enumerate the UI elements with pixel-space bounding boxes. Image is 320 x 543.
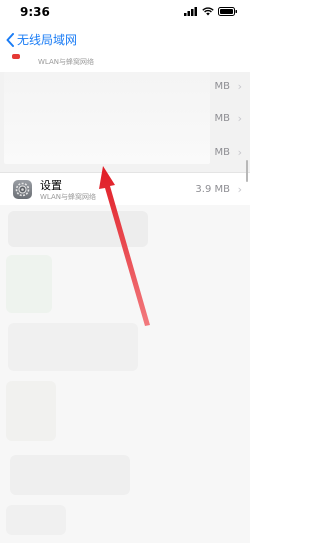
status-bar: 9:36 (0, 0, 250, 24)
chevron-left-icon (6, 32, 14, 47)
blurred-region (8, 211, 148, 247)
app-row[interactable]: MB › (0, 72, 250, 103)
app-row[interactable]: MB › (0, 137, 250, 170)
app-size: 3.9 MB (195, 184, 230, 195)
partial-app-icon (12, 54, 20, 59)
wifi-icon (202, 7, 214, 16)
settings-app-row[interactable]: 设置 WLAN与蜂窝网络 3.9 MB › (0, 172, 250, 207)
status-time: 9:36 (20, 5, 50, 19)
blurred-app-list (0, 205, 250, 543)
partial-app-subtitle: WLAN与蜂窝网络 (38, 58, 95, 66)
signal-icon (184, 7, 197, 16)
app-name: 设置 (40, 179, 62, 192)
app-size: MB (214, 113, 231, 124)
blurred-region (6, 255, 52, 313)
chevron-right-icon: › (237, 112, 242, 125)
battery-icon (218, 7, 237, 16)
app-size: MB (214, 81, 231, 92)
blurred-region (6, 505, 66, 535)
app-size: MB (214, 147, 231, 158)
chevron-right-icon: › (237, 183, 242, 196)
back-button[interactable]: 无线局域网 (6, 31, 77, 48)
partial-app-row[interactable]: WLAN与蜂窝网络 (0, 54, 250, 72)
settings-gear-icon (13, 180, 32, 199)
chevron-right-icon: › (237, 146, 242, 159)
blurred-region (6, 381, 56, 441)
app-subtitle: WLAN与蜂窝网络 (40, 193, 97, 201)
chevron-right-icon: › (237, 80, 242, 93)
blurred-region (8, 323, 138, 371)
app-row[interactable]: MB › (0, 104, 250, 135)
nav-bar: 无线局域网 (0, 26, 250, 54)
blurred-region (10, 455, 130, 495)
scrollbar[interactable] (246, 160, 248, 182)
status-icons (184, 7, 238, 16)
back-label: 无线局域网 (17, 33, 78, 47)
